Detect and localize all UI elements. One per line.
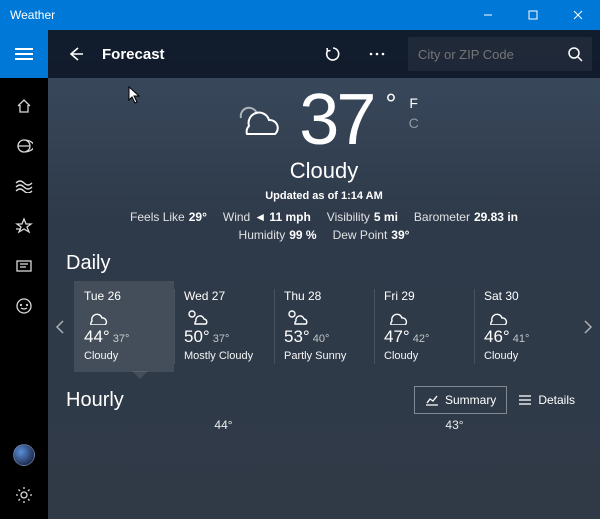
updated-time: Updated as of 1:14 AM — [48, 190, 600, 202]
sidebar — [0, 30, 48, 519]
nav-news-icon[interactable] — [0, 126, 48, 166]
nav-history-icon[interactable] — [0, 246, 48, 286]
hamburger-button[interactable] — [0, 30, 48, 78]
day-card-2[interactable]: Thu 28 53°40° Partly Sunny — [274, 281, 374, 372]
nav-home-icon[interactable] — [0, 86, 48, 126]
summary-toggle[interactable]: Summary — [414, 386, 507, 414]
settings-icon[interactable] — [0, 475, 48, 515]
more-button[interactable] — [358, 35, 396, 73]
search-input[interactable] — [408, 47, 558, 62]
unit-f[interactable]: F — [409, 94, 419, 114]
metrics-row: Feels Like29° Wind◄ 11 mph Visibility5 m… — [124, 210, 524, 242]
daily-forecast: Tue 26 44°37° Cloudy Wed 27 50°37° Mostl… — [48, 281, 600, 372]
window-title: Weather — [10, 8, 465, 22]
maximize-button[interactable] — [510, 0, 555, 30]
top-bar: Forecast — [48, 30, 600, 78]
details-toggle[interactable]: Details — [507, 386, 586, 414]
partly-sunny-icon — [284, 307, 368, 325]
current-temp: 37 — [299, 84, 373, 156]
nav-favorites-icon[interactable] — [0, 206, 48, 246]
cloud-icon — [384, 307, 468, 325]
hourly-header: Hourly Summary Details — [48, 372, 600, 414]
daily-section-title: Daily — [48, 246, 600, 281]
unit-c[interactable]: C — [409, 114, 419, 134]
list-icon — [518, 394, 532, 406]
current-condition-icon — [229, 96, 287, 138]
search-icon[interactable] — [558, 46, 592, 62]
cloud-icon — [484, 307, 568, 325]
partly-cloudy-icon — [184, 307, 268, 325]
cloud-icon — [84, 307, 168, 325]
daily-next-button[interactable] — [576, 319, 600, 335]
current-conditions: 37 ° F C Cloudy Updated as of 1:14 AM Fe… — [48, 78, 600, 246]
hourly-section-title: Hourly — [66, 389, 414, 412]
search-box[interactable] — [408, 37, 592, 71]
nav-maps-icon[interactable] — [0, 166, 48, 206]
close-button[interactable] — [555, 0, 600, 30]
day-card-4[interactable]: Sat 30 46°41° Cloudy — [474, 281, 574, 372]
nav-feedback-icon[interactable] — [0, 286, 48, 326]
page-title: Forecast — [102, 46, 165, 63]
main-content: Forecast 37 ° — [48, 30, 600, 519]
daily-prev-button[interactable] — [48, 319, 72, 335]
back-button[interactable] — [56, 35, 94, 73]
account-avatar[interactable] — [0, 435, 48, 475]
current-condition-text: Cloudy — [48, 158, 600, 184]
day-card-3[interactable]: Fri 29 47°42° Cloudy — [374, 281, 474, 372]
degree-symbol: ° — [385, 88, 396, 120]
window-titlebar: Weather — [0, 0, 600, 30]
chart-icon — [425, 394, 439, 406]
refresh-button[interactable] — [314, 35, 352, 73]
hourly-preview: 44° 43° — [48, 414, 600, 432]
day-card-0[interactable]: Tue 26 44°37° Cloudy — [74, 281, 174, 372]
day-card-1[interactable]: Wed 27 50°37° Mostly Cloudy — [174, 281, 274, 372]
minimize-button[interactable] — [465, 0, 510, 30]
